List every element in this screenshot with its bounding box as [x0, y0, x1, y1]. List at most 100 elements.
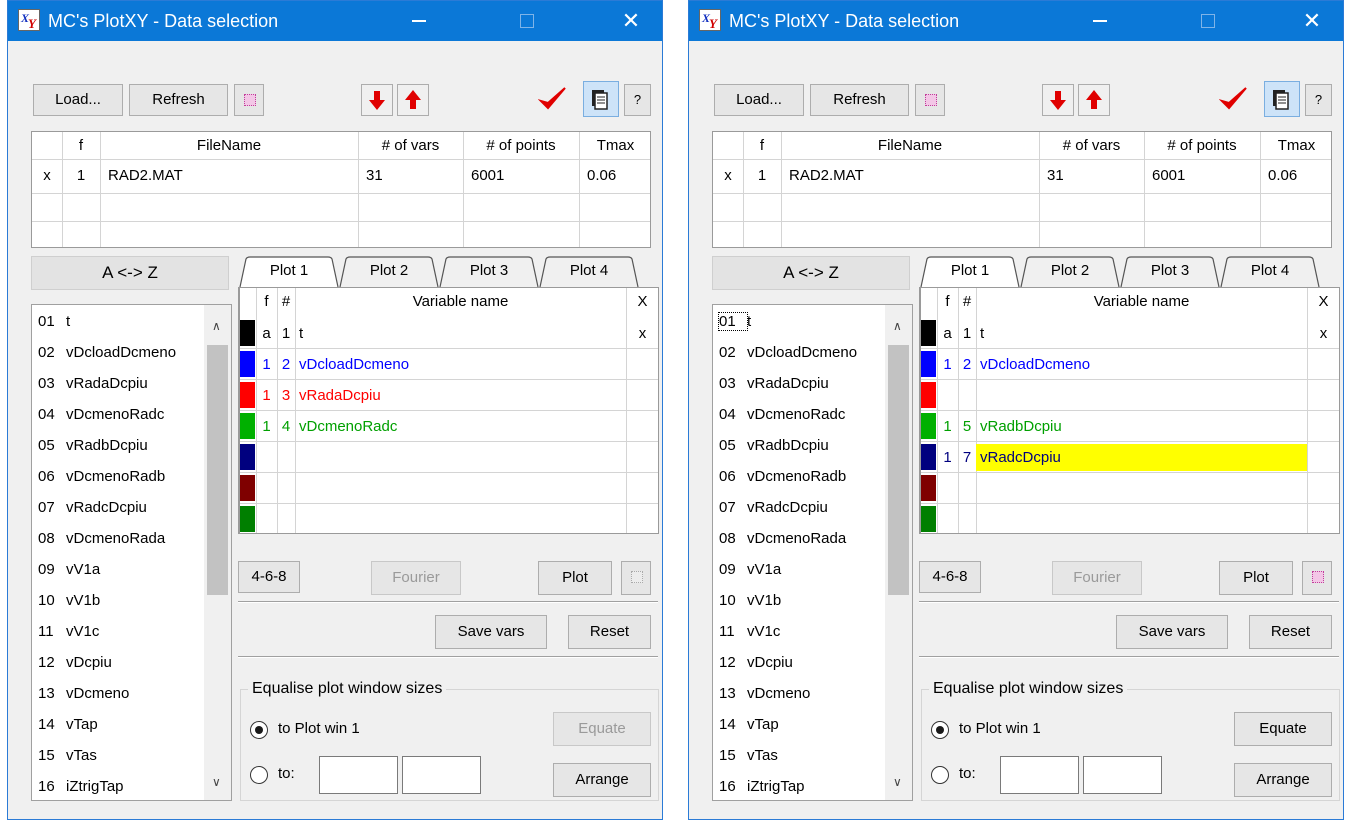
- width-field[interactable]: [319, 756, 398, 794]
- red-check-icon[interactable]: [537, 85, 568, 121]
- variable-row-name[interactable]: vDcmenoRadc: [295, 413, 626, 440]
- variable-row-name[interactable]: [295, 475, 626, 502]
- color-swatch[interactable]: [921, 351, 936, 377]
- variable-row-f[interactable]: [937, 506, 958, 533]
- maximize-icon[interactable]: [504, 1, 550, 41]
- move-down-button[interactable]: [1042, 84, 1074, 116]
- color-swatch[interactable]: [921, 506, 936, 532]
- color-swatch[interactable]: [921, 413, 936, 439]
- save-vars-button[interactable]: Save vars: [1116, 615, 1228, 649]
- copy-button[interactable]: [583, 81, 619, 117]
- variable-row-num[interactable]: [277, 444, 295, 471]
- color-swatch[interactable]: [921, 475, 936, 501]
- variable-row-f[interactable]: [937, 382, 958, 409]
- variable-list-item[interactable]: 07 vRadcDcpiu: [719, 499, 828, 516]
- height-field[interactable]: [1083, 756, 1162, 794]
- variable-list-item[interactable]: 09 vV1a: [38, 561, 100, 578]
- variable-list-item[interactable]: 11 vV1c: [38, 623, 99, 640]
- arrange-button[interactable]: Arrange: [1234, 763, 1332, 797]
- variable-list-item[interactable]: 15 vTas: [719, 747, 778, 764]
- variable-list-item[interactable]: 01 t: [718, 312, 751, 331]
- variable-row-f[interactable]: 1: [256, 382, 277, 409]
- color-swatch[interactable]: [921, 320, 936, 346]
- variable-list-item[interactable]: 13 vDcmeno: [38, 685, 129, 702]
- tab-plot-3[interactable]: Plot 3: [1119, 256, 1221, 288]
- variable-row-f[interactable]: 1: [937, 351, 958, 378]
- refresh-button[interactable]: Refresh: [810, 84, 909, 116]
- variable-row-name[interactable]: [295, 444, 626, 471]
- scheme-468-button[interactable]: 4-6-8: [919, 561, 981, 593]
- variable-row-x[interactable]: x: [1307, 320, 1339, 347]
- variable-row-name[interactable]: t: [295, 320, 626, 347]
- variable-list-item[interactable]: 14 vTap: [38, 716, 98, 733]
- load-button[interactable]: Load...: [714, 84, 804, 116]
- variable-row-x[interactable]: [1307, 506, 1339, 533]
- variable-list-item[interactable]: 16 iZtrigTap: [38, 778, 124, 795]
- file-row-cell-name[interactable]: RAD2.MAT: [789, 161, 1039, 191]
- plot-options-button[interactable]: [1302, 561, 1332, 595]
- red-check-icon[interactable]: [1218, 85, 1249, 121]
- variable-row-num[interactable]: 7: [958, 444, 976, 471]
- variable-row-x[interactable]: [626, 413, 658, 440]
- variable-row-num[interactable]: [277, 506, 295, 533]
- file-row-cell-tmax[interactable]: 0.06: [1268, 161, 1331, 191]
- variable-row-f[interactable]: 1: [937, 413, 958, 440]
- file-row-cell-f[interactable]: 1: [743, 161, 781, 191]
- tab-plot-2[interactable]: Plot 2: [338, 256, 440, 288]
- color-swatch[interactable]: [240, 444, 255, 470]
- variable-row-x[interactable]: [1307, 444, 1339, 471]
- variable-list[interactable]: 01 t 02 vDcloadDcmeno 03 vRadaDcpiu 04 vDcmenoR…: [712, 304, 913, 801]
- scroll-thumb[interactable]: [888, 345, 909, 595]
- variable-row-f[interactable]: [937, 475, 958, 502]
- tab-plot-1[interactable]: Plot 1: [238, 256, 340, 288]
- variable-row-x[interactable]: [1307, 382, 1339, 409]
- variable-row-name[interactable]: vRadcDcpiu: [976, 444, 1307, 471]
- variable-row-num[interactable]: 2: [277, 351, 295, 378]
- plot-button[interactable]: Plot: [1219, 561, 1293, 595]
- variable-row-num[interactable]: [958, 475, 976, 502]
- file-row-cell-f[interactable]: 1: [62, 161, 100, 191]
- color-swatch[interactable]: [921, 444, 936, 470]
- tab-plot-4[interactable]: Plot 4: [538, 256, 640, 288]
- clear-button[interactable]: [915, 84, 945, 116]
- variable-list-item[interactable]: 12 vDcpiu: [38, 654, 112, 671]
- tab-plot-1[interactable]: Plot 1: [919, 256, 1021, 288]
- variable-list-item[interactable]: 05 vRadbDcpiu: [38, 437, 148, 454]
- radio-to[interactable]: [931, 766, 949, 784]
- help-button[interactable]: ?: [624, 84, 651, 116]
- variable-row-f[interactable]: a: [256, 320, 277, 347]
- variable-row-num[interactable]: 4: [277, 413, 295, 440]
- radio-plot-win-1[interactable]: [931, 721, 949, 739]
- move-up-button[interactable]: [397, 84, 429, 116]
- maximize-icon[interactable]: [1185, 1, 1231, 41]
- variable-row-x[interactable]: [1307, 413, 1339, 440]
- fourier-button[interactable]: Fourier: [1052, 561, 1142, 595]
- variable-row-num[interactable]: 2: [958, 351, 976, 378]
- help-button[interactable]: ?: [1305, 84, 1332, 116]
- variable-list-item[interactable]: 11 vV1c: [719, 623, 780, 640]
- clear-button[interactable]: [234, 84, 264, 116]
- variable-row-num[interactable]: [277, 475, 295, 502]
- color-swatch[interactable]: [240, 475, 255, 501]
- radio-plot-win-1[interactable]: [250, 721, 268, 739]
- variable-row-num[interactable]: 1: [277, 320, 295, 347]
- variable-row-f[interactable]: 1: [256, 413, 277, 440]
- variable-row-x[interactable]: [626, 475, 658, 502]
- variable-list-item[interactable]: 06 vDcmenoRadb: [38, 468, 165, 485]
- variable-list-item[interactable]: 04 vDcmenoRadc: [38, 406, 164, 423]
- variable-row-name[interactable]: vRadbDcpiu: [976, 413, 1307, 440]
- variable-list-item[interactable]: 16 iZtrigTap: [719, 778, 805, 795]
- variable-list-item[interactable]: 15 vTas: [38, 747, 97, 764]
- variable-list-item[interactable]: 10 vV1b: [719, 592, 781, 609]
- reset-button[interactable]: Reset: [1249, 615, 1332, 649]
- variable-list-item[interactable]: 08 vDcmenoRada: [38, 530, 165, 547]
- plot-options-button[interactable]: [621, 561, 651, 595]
- color-swatch[interactable]: [240, 382, 255, 408]
- variable-row-name[interactable]: vDcloadDcmeno: [295, 351, 626, 378]
- variable-row-f[interactable]: [256, 475, 277, 502]
- variable-list-item[interactable]: 08 vDcmenoRada: [719, 530, 846, 547]
- list-scrollbar[interactable]: ∧ ∨: [885, 305, 912, 800]
- color-swatch[interactable]: [240, 506, 255, 532]
- variable-row-num[interactable]: 1: [958, 320, 976, 347]
- variable-list-item[interactable]: 07 vRadcDcpiu: [38, 499, 147, 516]
